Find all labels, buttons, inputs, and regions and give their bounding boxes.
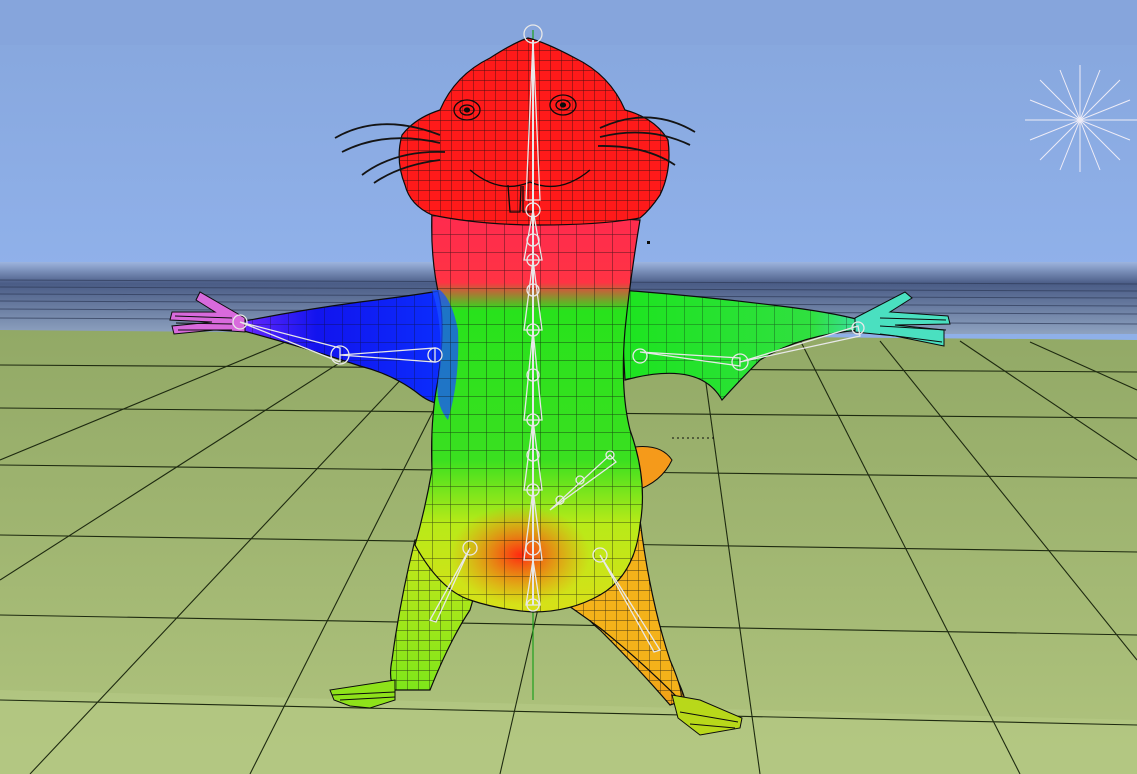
torso-wire: [415, 210, 643, 612]
viewport-canvas[interactable]: [0, 0, 1137, 774]
3d-viewport[interactable]: [0, 0, 1137, 774]
vertex-marker: [647, 241, 650, 244]
sky-top-band: [0, 0, 1137, 45]
